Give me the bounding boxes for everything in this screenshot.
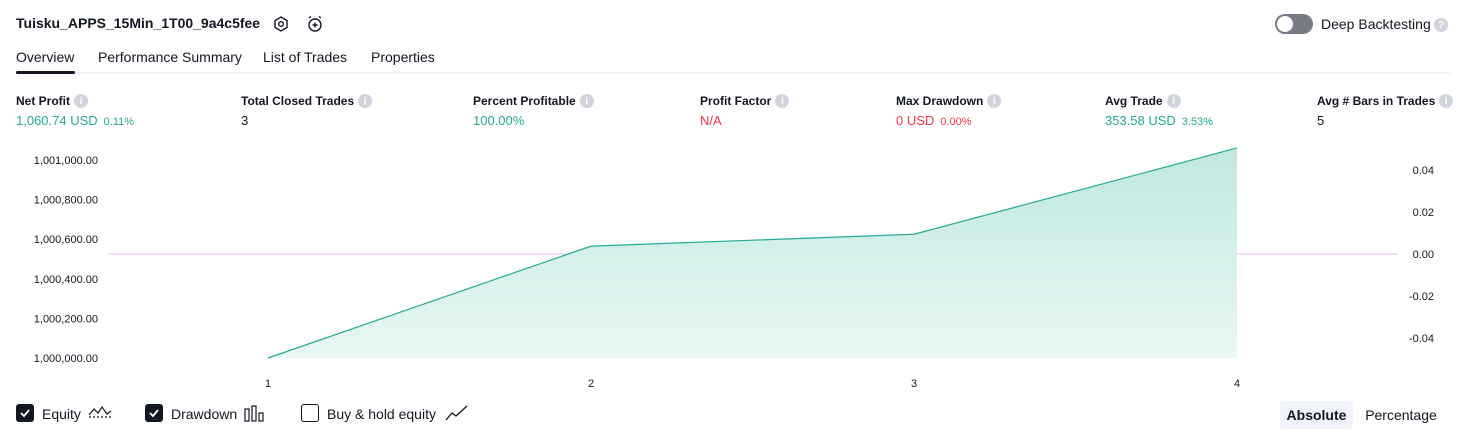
equity-area-fill — [268, 147, 1237, 358]
drawdown-label: Drawdown — [171, 406, 238, 422]
absolute-button[interactable]: Absolute — [1280, 401, 1353, 429]
percentage-button[interactable]: Percentage — [1359, 401, 1443, 429]
y-axis-left-tick-label: 1,000,200.00 — [34, 313, 98, 325]
y-axis-left-tick-label: 1,000,400.00 — [34, 274, 98, 286]
y-axis-right-tick-label: 0.02 — [1413, 207, 1434, 219]
x-axis-tick-label: 3 — [911, 378, 917, 390]
y-axis-left-tick-label: 1,001,000.00 — [34, 155, 98, 167]
y-axis-right-tick-label: 0.00 — [1413, 249, 1434, 261]
y-axis-right-tick-label: 0.04 — [1413, 165, 1434, 177]
x-axis-tick-label: 1 — [265, 378, 271, 390]
y-axis-left-tick-label: 1,000,800.00 — [34, 195, 98, 207]
x-axis-tick-label: 4 — [1234, 378, 1240, 390]
y-axis-left-tick-label: 1,000,000.00 — [34, 353, 98, 365]
x-axis-tick-label: 2 — [588, 378, 594, 390]
buy-hold-checkbox[interactable] — [301, 404, 319, 422]
buy-hold-label: Buy & hold equity — [327, 406, 436, 422]
drawdown-checkbox[interactable] — [145, 404, 163, 422]
equity-chart[interactable]: 1,001,000.00 1,000,800.00 1,000,600.00 1,00… — [0, 0, 1466, 400]
buy-hold-line-icon — [445, 404, 469, 427]
equity-checkbox[interactable] — [16, 404, 34, 422]
y-axis-right-tick-label: -0.04 — [1409, 333, 1434, 345]
y-axis-right-tick-label: -0.02 — [1409, 291, 1434, 303]
drawdown-bars-icon — [244, 404, 266, 427]
y-axis-left-tick-label: 1,000,600.00 — [34, 234, 98, 246]
equity-line-icon — [88, 403, 112, 426]
equity-label: Equity — [42, 406, 81, 422]
